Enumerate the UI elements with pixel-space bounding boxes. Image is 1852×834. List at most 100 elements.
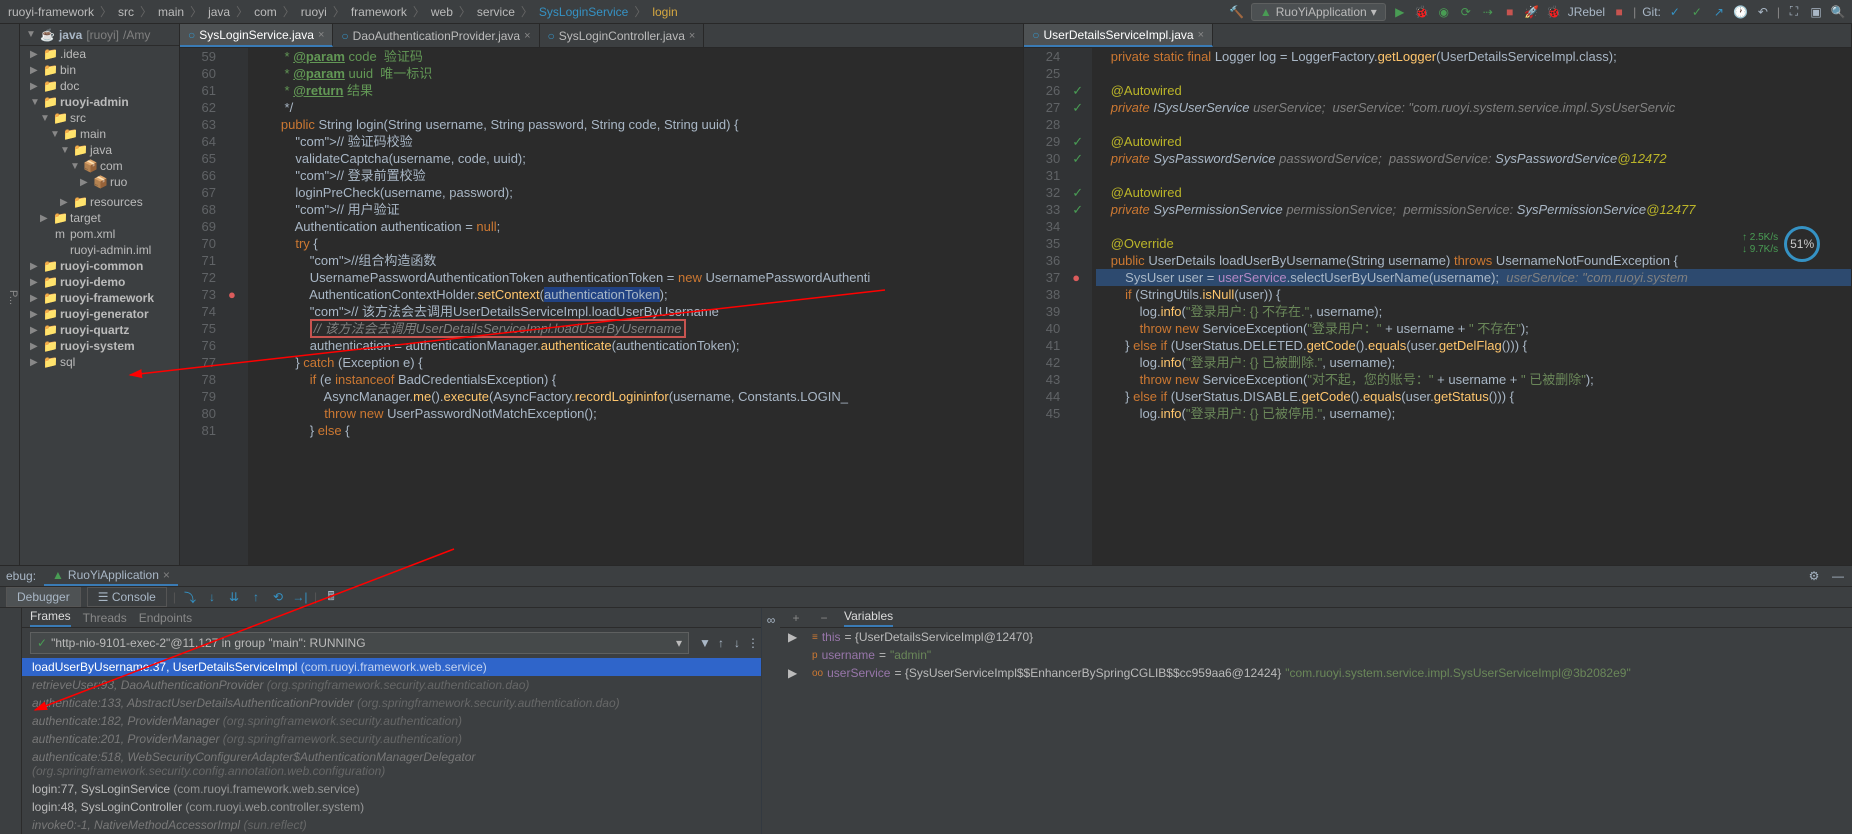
jrebel-stop-icon[interactable]: ■ xyxy=(1611,4,1627,20)
prev-frame-icon[interactable]: ↑ xyxy=(713,635,729,651)
tree-item[interactable]: ▼📁ruoyi-admin xyxy=(20,94,179,110)
frame-row[interactable]: authenticate:201, ProviderManager (org.s… xyxy=(22,730,761,748)
git-rollback-icon[interactable]: ↶ xyxy=(1755,4,1771,20)
add-watch-icon[interactable]: + xyxy=(788,610,804,626)
git-update-icon[interactable]: ✓ xyxy=(1667,4,1683,20)
tree-item[interactable]: mpom.xml xyxy=(20,226,179,242)
force-step-icon[interactable]: ⇊ xyxy=(226,589,242,605)
run-config-selector[interactable]: ▲RuoYiApplication▾ xyxy=(1251,3,1386,21)
variables-tab[interactable]: Variables xyxy=(844,609,893,627)
editor-tab[interactable]: ○SysLoginService.java× xyxy=(180,24,333,47)
tree-item[interactable]: ▼📦com xyxy=(20,158,179,174)
breadcrumb-item[interactable]: main xyxy=(156,5,186,19)
frames-tab[interactable]: Frames xyxy=(30,609,71,627)
var-row[interactable]: ▶oo userService = {SysUserServiceImpl$$E… xyxy=(780,664,1852,682)
frame-row[interactable]: authenticate:133, AbstractUserDetailsAut… xyxy=(22,694,761,712)
build-icon[interactable]: 🔨 xyxy=(1229,4,1245,20)
breadcrumb-item[interactable]: ruoyi-framework xyxy=(6,5,96,19)
endpoints-tab[interactable]: Endpoints xyxy=(139,611,192,625)
breadcrumb-item[interactable]: service xyxy=(475,5,517,19)
tree-item[interactable]: ▶📦ruo xyxy=(20,174,179,190)
tree-item[interactable]: ▼📁src xyxy=(20,110,179,126)
close-icon[interactable]: × xyxy=(1198,29,1204,41)
git-commit-icon[interactable]: ✓ xyxy=(1689,4,1705,20)
tree-item[interactable]: ▶📁sql xyxy=(20,354,179,370)
tree-item[interactable]: ▼📁java xyxy=(20,142,179,158)
remove-watch-icon[interactable]: − xyxy=(816,610,832,626)
debugger-tab[interactable]: Debugger xyxy=(6,587,81,607)
tree-item[interactable]: ▶📁ruoyi-generator xyxy=(20,306,179,322)
debug-settings-icon[interactable]: ⚙ xyxy=(1806,568,1822,584)
frame-row[interactable]: invoke0:-1, NativeMethodAccessorImpl (su… xyxy=(22,816,761,834)
jrebel-debug-icon[interactable]: 🐞 xyxy=(1546,4,1562,20)
close-icon[interactable]: × xyxy=(524,30,530,42)
debug-hide-icon[interactable]: — xyxy=(1830,568,1846,584)
filter-icon[interactable]: ▼ xyxy=(697,635,713,651)
editor-tab[interactable]: ○DaoAuthenticationProvider.java× xyxy=(333,24,539,47)
tree-item[interactable]: ▶📁bin xyxy=(20,62,179,78)
editor-tab[interactable]: ○UserDetailsServiceImpl.java× xyxy=(1024,24,1213,47)
tree-item[interactable]: ▶📁target xyxy=(20,210,179,226)
console-tab[interactable]: ☰ Console xyxy=(87,587,167,607)
frames-settings-icon[interactable]: ⋮ xyxy=(745,635,761,651)
next-frame-icon[interactable]: ↓ xyxy=(729,635,745,651)
left-tool-stripe[interactable]: P... xyxy=(0,24,20,565)
step-over-icon[interactable]: ⤵ xyxy=(182,589,198,605)
tree-item[interactable]: ▶📁ruoyi-framework xyxy=(20,290,179,306)
frame-row[interactable]: login:77, SysLoginService (com.ruoyi.fra… xyxy=(22,780,761,798)
debug-run-tab[interactable]: ▲RuoYiApplication× xyxy=(44,566,178,586)
search-icon[interactable]: 🔍 xyxy=(1830,4,1846,20)
right-code-body[interactable]: private static final Logger log = Logger… xyxy=(1092,48,1851,565)
jrebel-rocket-icon[interactable]: 🚀 xyxy=(1524,4,1540,20)
breadcrumb-item[interactable]: java xyxy=(206,5,232,19)
tree-item[interactable]: ▶📁ruoyi-common xyxy=(20,258,179,274)
git-push-icon[interactable]: ↗ xyxy=(1711,4,1727,20)
close-icon[interactable]: × xyxy=(689,30,695,42)
step-into-icon[interactable]: ↓ xyxy=(204,589,220,605)
var-row[interactable]: ▶≡ this = {UserDetailsServiceImpl@12470} xyxy=(780,628,1852,646)
step-out-icon[interactable]: ↑ xyxy=(248,589,264,605)
stop-icon[interactable]: ■ xyxy=(1502,4,1518,20)
tree-root[interactable]: ▼ ☕ java [ruoyi] /Amy xyxy=(20,24,179,46)
breadcrumb-item[interactable]: SysLoginService xyxy=(537,5,630,19)
link-icon[interactable]: ∞ xyxy=(763,612,779,628)
evaluate-icon[interactable]: 🖩 xyxy=(323,589,339,605)
right-editor-tabs: ○UserDetailsServiceImpl.java× xyxy=(1024,24,1851,48)
breadcrumb-item[interactable]: ruoyi xyxy=(299,5,329,19)
tree-item[interactable]: ruoyi-admin.iml xyxy=(20,242,179,258)
frame-row[interactable]: retrieveUser:93, DaoAuthenticationProvid… xyxy=(22,676,761,694)
frame-row[interactable]: loadUserByUsername:37, UserDetailsServic… xyxy=(22,658,761,676)
editor-tab[interactable]: ○SysLoginController.java× xyxy=(540,24,705,47)
ide-icon[interactable]: ▣ xyxy=(1808,4,1824,20)
git-history-icon[interactable]: 🕐 xyxy=(1733,4,1749,20)
close-icon[interactable]: × xyxy=(318,29,324,41)
var-row[interactable]: p username = "admin" xyxy=(780,646,1852,664)
threads-tab[interactable]: Threads xyxy=(83,611,127,625)
breadcrumb-item[interactable]: login xyxy=(650,5,679,19)
tree-item[interactable]: ▶📁ruoyi-quartz xyxy=(20,322,179,338)
breadcrumb[interactable]: ruoyi-framework〉 src〉 main〉 java〉 com〉 r… xyxy=(6,3,680,20)
left-code-body[interactable]: * @param code 验证码 * @param uuid 唯一标识 * @… xyxy=(248,48,1023,565)
debug-icon[interactable]: 🐞 xyxy=(1414,4,1430,20)
tree-item[interactable]: ▶📁resources xyxy=(20,194,179,210)
coverage-icon[interactable]: ◉ xyxy=(1436,4,1452,20)
tools-icon[interactable]: ⛶ xyxy=(1786,4,1802,20)
thread-selector[interactable]: ✓ "http-nio-9101-exec-2"@11,127 in group… xyxy=(30,632,689,654)
drop-frame-icon[interactable]: ⟲ xyxy=(270,589,286,605)
frame-row[interactable]: authenticate:182, ProviderManager (org.s… xyxy=(22,712,761,730)
frame-row[interactable]: login:48, SysLoginController (com.ruoyi.… xyxy=(22,798,761,816)
attach-icon[interactable]: ⇢ xyxy=(1480,4,1496,20)
frame-row[interactable]: authenticate:518, WebSecurityConfigurerA… xyxy=(22,748,761,780)
tree-item[interactable]: ▶📁.idea xyxy=(20,46,179,62)
tree-item[interactable]: ▶📁ruoyi-system xyxy=(20,338,179,354)
profile-icon[interactable]: ⟳ xyxy=(1458,4,1474,20)
breadcrumb-item[interactable]: framework xyxy=(349,5,409,19)
breadcrumb-item[interactable]: src xyxy=(116,5,136,19)
tree-item[interactable]: ▶📁doc xyxy=(20,78,179,94)
breadcrumb-item[interactable]: web xyxy=(429,5,455,19)
tree-item[interactable]: ▶📁ruoyi-demo xyxy=(20,274,179,290)
tree-item[interactable]: ▼📁main xyxy=(20,126,179,142)
run-to-cursor-icon[interactable]: →| xyxy=(292,589,308,605)
breadcrumb-item[interactable]: com xyxy=(252,5,279,19)
run-icon[interactable]: ▶ xyxy=(1392,4,1408,20)
